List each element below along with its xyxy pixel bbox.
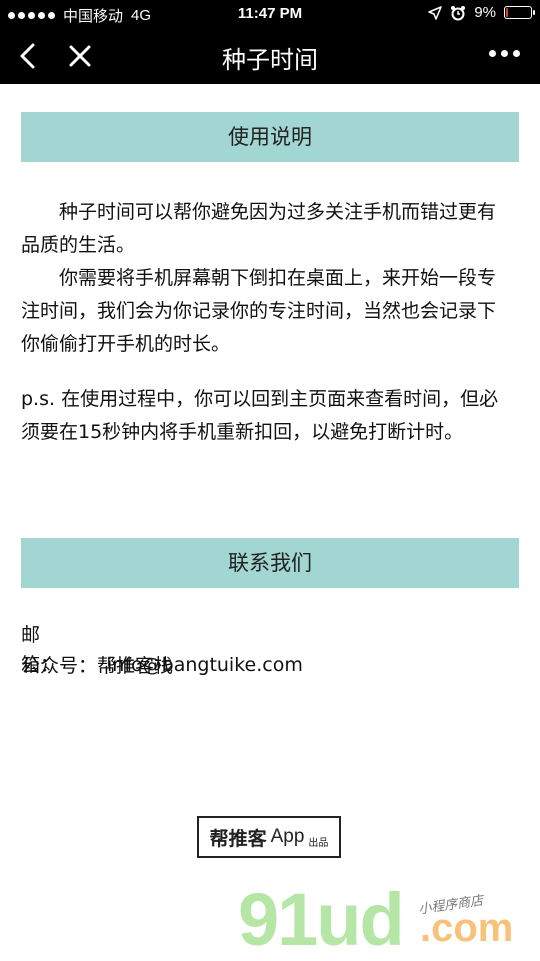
brand-app: App [270,826,305,847]
contact-section-header: 联系我们 [21,538,519,588]
alarm-clock-icon [451,5,466,20]
watermark-logo: 91ud [238,878,405,961]
wechat-label: 公众号： [21,655,98,677]
brand-logo-badge: 帮推客 App 出品 [197,816,341,858]
battery-icon [504,6,535,19]
page-title: 种子时间 [222,46,318,74]
wechat-value: 帮推客栈 [97,655,174,677]
usage-paragraph-1: 种子时间可以帮你避免因为过多关注手机而错过更有品质的生活。 [21,201,497,256]
top-header: 中国移动 4G 11:47 PM 9% 种子时间 [0,0,540,84]
more-dots-icon[interactable] [489,50,520,57]
brand-suffix: 出品 [308,837,329,849]
battery-percent: 9% [474,4,496,21]
location-arrow-icon [428,5,443,20]
brand-name: 帮推客 [209,827,267,850]
usage-paragraph-2: 你需要将手机屏幕朝下倒扣在桌面上，来开始一段专注时间，我们会为你记录你的专注时间… [21,267,497,355]
navigation-bar: 种子时间 [0,28,540,84]
status-bar: 中国移动 4G 11:47 PM 9% [0,0,540,28]
watermark-dotcom: .com [420,906,514,950]
contact-wechat-row: 公众号：帮推客栈 [21,651,173,681]
usage-paragraph-ps: p.s. 在使用过程中，你可以回到主页面来查看时间，但必须要在15秒钟内将手机重… [21,388,499,443]
usage-section-header: 使用说明 [21,112,519,162]
